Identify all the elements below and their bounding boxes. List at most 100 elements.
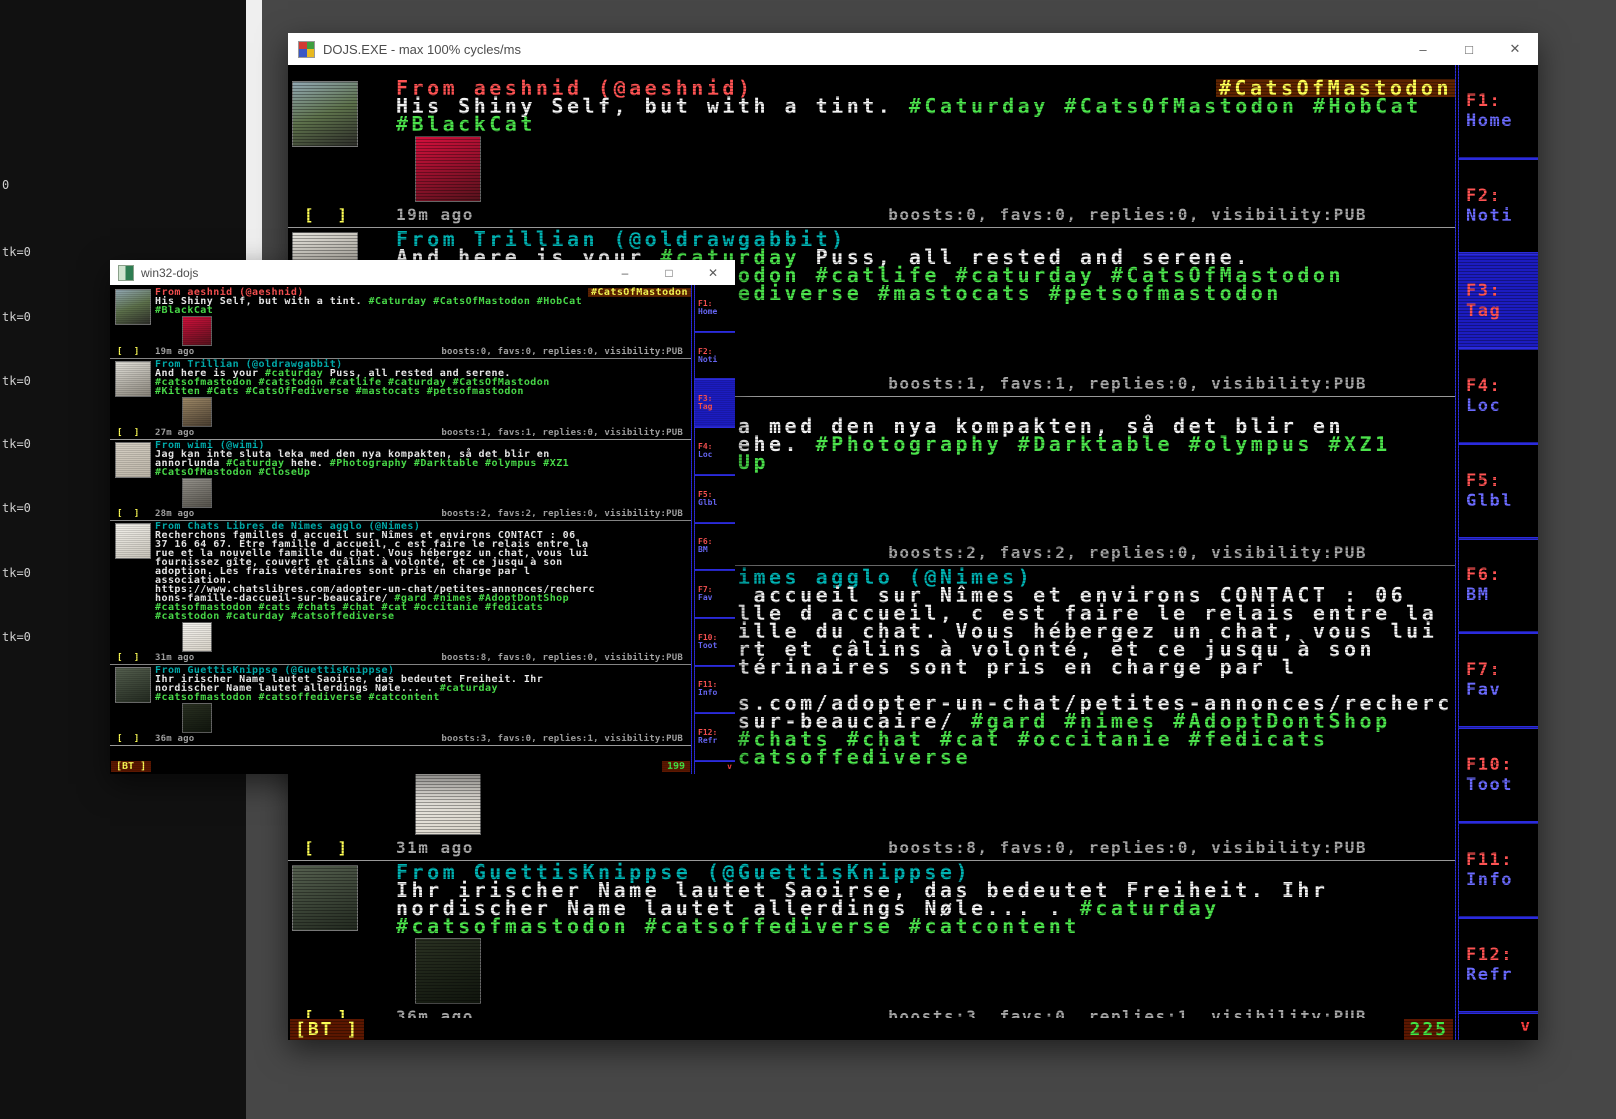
fkey-label: BM [698, 546, 735, 554]
desktop: { "desktop": { "terminal_lines": ["0", "… [0, 0, 1616, 1119]
attachment-image[interactable] [415, 136, 481, 202]
fkey-sidebar: F1:HomeF2:NotiF3:TagF4:LocF5:GlblF6:BMF7… [691, 285, 735, 774]
minimize-button[interactable]: – [1400, 33, 1446, 65]
avatar-image[interactable] [115, 667, 151, 703]
attachment-image[interactable] [182, 316, 212, 346]
fkey-label: Fav [1466, 680, 1538, 700]
fkey-label: Info [1466, 870, 1538, 890]
fkey-loc[interactable]: F4:Loc [695, 428, 735, 476]
fkey-home[interactable]: F1:Home [1459, 65, 1538, 160]
fkey-noti[interactable]: F2:Noti [695, 333, 735, 381]
post-item[interactable]: From aeshnid (@aeshnid)#CatsOfMastodonHi… [110, 287, 691, 359]
post-text-block: From Trillian (@oldrawgabbit)And here is… [155, 360, 691, 427]
select-brackets[interactable]: [ ] [117, 653, 139, 663]
post-footer: [ ]19m agoboosts:0, favs:0, replies:0, v… [110, 347, 691, 358]
fkey-tag[interactable]: F3:Tag [1459, 255, 1538, 350]
avatar-image[interactable] [115, 523, 151, 559]
post-footer: [ ]28m agoboosts:2, favs:2, replies:0, v… [110, 509, 691, 520]
fkey-info[interactable]: F11:Info [1459, 824, 1538, 919]
terminal-output-line: tk=0 [2, 245, 31, 259]
avatar-image[interactable] [292, 865, 358, 931]
post-stats: boosts:2, favs:2, replies:0, visibility:… [441, 509, 683, 519]
close-button[interactable]: ✕ [691, 260, 735, 285]
maximize-button[interactable]: □ [647, 260, 691, 285]
select-brackets[interactable]: [ ] [117, 509, 139, 519]
attachment-image[interactable] [415, 938, 481, 1004]
post-item[interactable]: From aeshnid (@aeshnid)#CatsOfMastodonHi… [288, 77, 1455, 228]
post-footer: [ ]31m agoboosts:8, favs:0, replies:0, v… [288, 838, 1455, 860]
fkey-label: Home [1466, 111, 1538, 131]
fkey-glbl[interactable]: F5:Glbl [1459, 445, 1538, 540]
main-titlebar[interactable]: DOJS.EXE - max 100% cycles/ms – □ ✕ [288, 33, 1538, 65]
fkey-label: Noti [698, 356, 735, 364]
select-brackets[interactable]: [ ] [117, 428, 139, 438]
fkey-label: Home [698, 308, 735, 316]
post-timestamp: 27m ago [155, 428, 194, 438]
post-item[interactable]: From GuettisKnippse (@GuettisKnippse)Ihr… [288, 861, 1455, 1018]
small-dos-screen: From aeshnid (@aeshnid)#CatsOfMastodonHi… [110, 285, 735, 774]
attachment-image[interactable] [415, 769, 481, 835]
toot-counter: 199 [662, 761, 690, 772]
terminal-output-line: tk=0 [2, 310, 31, 324]
fkey-home[interactable]: F1:Home [695, 285, 735, 333]
toot-counter: 225 [1404, 1019, 1453, 1040]
post-stats: boosts:0, favs:0, replies:0, visibility:… [888, 205, 1367, 224]
avatar-image[interactable] [115, 289, 151, 325]
fkey-bm[interactable]: F6:BM [695, 524, 735, 572]
post-item[interactable]: From Trillian (@oldrawgabbit)And here is… [110, 359, 691, 440]
avatar-image[interactable] [115, 361, 151, 397]
small-window-title: win32-dojs [141, 266, 198, 280]
terminal-output-line: tk=0 [2, 501, 31, 515]
post-text-block: From GuettisKnippse (@GuettisKnippse)Ihr… [396, 863, 1455, 1004]
post-item[interactable]: From GuettisKnippse (@GuettisKnippse)Ihr… [110, 665, 691, 746]
avatar-image[interactable] [115, 442, 151, 478]
fkey-number: F1: [1466, 91, 1538, 111]
post-body: And here is your #caturday Puss, all res… [155, 369, 691, 396]
fkey-fav[interactable]: F7:Fav [695, 571, 735, 619]
post-footer: [ ] 36m ago boosts:3, favs:0, replies:1, v… [288, 1007, 1455, 1018]
post-timestamp: 36m ago [396, 1007, 474, 1018]
attachment-image[interactable] [182, 622, 212, 652]
select-brackets[interactable]: [ ] [304, 1007, 349, 1018]
post-item[interactable]: From wimi (@wimi)Jag kan inte sluta leka… [110, 440, 691, 521]
attachment-image[interactable] [182, 703, 212, 733]
fkey-bm[interactable]: F6:BM [1459, 540, 1538, 635]
minimize-button[interactable]: – [603, 260, 647, 285]
post-stats: boosts:8, favs:0, replies:0, visibility:… [888, 838, 1367, 857]
post-body: Jag kan inte sluta leka med den nya komp… [155, 450, 691, 477]
avatar-image[interactable] [292, 81, 358, 147]
select-brackets[interactable]: [ ] [117, 734, 139, 744]
post-body: Recherchons familles d accueil sur Nîmes… [155, 531, 691, 621]
fkey-label: Noti [1466, 206, 1538, 226]
select-brackets[interactable]: [ ] [117, 347, 139, 357]
fkey-noti[interactable]: F2:Noti [1459, 160, 1538, 255]
fkey-tag[interactable]: F3:Tag [695, 380, 735, 428]
scroll-down-indicator: v [1459, 1014, 1538, 1040]
fkey-info[interactable]: F11:Info [695, 667, 735, 715]
select-brackets[interactable]: [ ] [304, 205, 349, 224]
pinned-tag-badge: #CatsOfMastodon [588, 288, 691, 297]
post-stats: boosts:3, favs:0, replies:1, visibility:… [441, 734, 683, 744]
fkey-toot[interactable]: F10:Toot [695, 619, 735, 667]
fkey-fav[interactable]: F7:Fav [1459, 634, 1538, 729]
attachment-image[interactable] [182, 478, 212, 508]
small-titlebar[interactable]: win32-dojs – □ ✕ [110, 260, 735, 285]
fkey-refr[interactable]: F12:Refr [1459, 919, 1538, 1014]
fkey-sidebar: F1:HomeF2:NotiF3:TagF4:LocF5:GlblF6:BMF7… [1455, 65, 1538, 1040]
fkey-toot[interactable]: F10:Toot [1459, 729, 1538, 824]
fkey-refr[interactable]: F12:Refr [695, 714, 735, 762]
post-stats: boosts:3, favs:0, replies:1, visibility:… [888, 1007, 1367, 1018]
maximize-button[interactable]: □ [1446, 33, 1492, 65]
dojs-app-icon [298, 41, 315, 58]
fkey-loc[interactable]: F4:Loc [1459, 350, 1538, 445]
select-brackets[interactable]: [ ] [304, 838, 349, 857]
fkey-label: Toot [1466, 775, 1538, 795]
fkey-number: F12: [1466, 945, 1538, 965]
terminal-output-line: tk=0 [2, 437, 31, 451]
fkey-glbl[interactable]: F5:Glbl [695, 476, 735, 524]
close-button[interactable]: ✕ [1492, 33, 1538, 65]
attachment-image[interactable] [182, 397, 212, 427]
fkey-label: Tag [698, 403, 735, 411]
post-item[interactable]: From Chats Libres de Nimes agglo (@Nimes… [110, 521, 691, 665]
fkey-label: Toot [698, 642, 735, 650]
